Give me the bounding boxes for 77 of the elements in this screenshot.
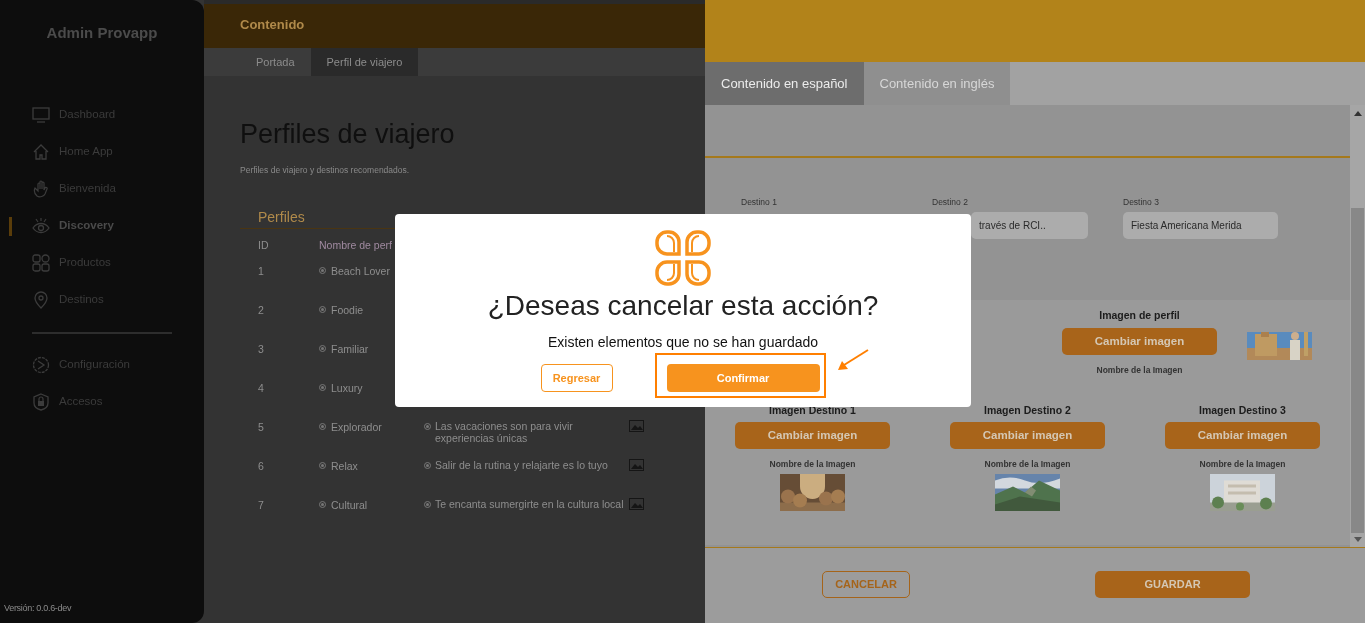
table-cell: 3 [258, 343, 264, 356]
table-cell: 1 [258, 265, 264, 278]
table-cell: Te encanta sumergirte en la cultura local [435, 498, 624, 511]
table-cell: 2 [258, 304, 264, 317]
field-label: Destino 3 [1123, 196, 1160, 209]
table-cell: Familiar [331, 342, 369, 358]
save-button[interactable]: GUARDAR [1095, 571, 1250, 598]
image-icon [629, 498, 644, 511]
scrollbar-thumb[interactable] [1351, 208, 1364, 533]
section-header: Contenido [204, 4, 705, 48]
tab[interactable]: Portada [240, 48, 311, 76]
bullet-icon [319, 345, 326, 353]
image-label: Imagen Destino 3 [1199, 402, 1286, 418]
image-label: Imagen Destino 2 [984, 402, 1071, 418]
table-cell: Beach Lover [331, 264, 390, 280]
table-cell: 6 [258, 460, 264, 473]
table-cell: Salir de la rutina y relajarte es lo tuyo [435, 459, 608, 472]
tab[interactable]: Contenido en español [705, 62, 864, 105]
shield-icon [32, 393, 50, 411]
bullet-icon [319, 462, 326, 470]
hand-icon [32, 180, 50, 198]
bullet-icon [424, 501, 431, 509]
image-name-label: Nombre de la Imagen [984, 458, 1071, 471]
change-image-button[interactable]: Cambiar imagen [1165, 422, 1320, 450]
image-name-label: Nombre de la Imagen [1199, 458, 1286, 471]
field-label: Destino 2 [932, 196, 969, 209]
input-field[interactable]: través de RCI.. [971, 211, 1088, 239]
table-cell: Foodie [331, 303, 364, 319]
change-image-button[interactable]: Cambiar imagen [950, 422, 1105, 450]
confirm-button[interactable]: Confirmar [666, 364, 820, 392]
bullet-icon [319, 306, 326, 314]
table-cell: Relax [331, 459, 358, 475]
table-cell: 7 [258, 499, 264, 512]
input-field[interactable]: Fiesta Americana Merida [1123, 211, 1278, 239]
table-cell-text: Las vacaciones son para vivir experiencias únicas [435, 420, 574, 445]
image-name-label: Nombre de la Imagen [1096, 363, 1183, 377]
field-label: Destino 1 [741, 196, 778, 209]
active-indicator [9, 216, 12, 236]
column-header: Nombre de perf [319, 238, 392, 254]
version-label: Versión: 0.0.6-dev [3, 601, 73, 615]
image-icon [629, 420, 644, 433]
bullet-icon [319, 423, 326, 431]
app-title: Admin Provapp [45, 23, 159, 43]
location-pin-icon [32, 291, 50, 309]
image-name-label: Nombre de la Imagen [769, 458, 856, 471]
tab[interactable]: Contenido en inglés [863, 62, 1011, 105]
annotation-arrow [836, 348, 870, 373]
eye-icon [32, 217, 50, 235]
table-cell: Luxury [331, 381, 363, 397]
bullet-icon [319, 501, 326, 509]
change-image-button[interactable]: Cambiar imagen [735, 422, 890, 450]
dialog-title: ¿Deseas cancelar esta acción? [487, 290, 879, 322]
settings-icon [32, 356, 50, 374]
bullet-icon [319, 384, 326, 392]
image-label: Imagen de perfil [1099, 308, 1180, 323]
tab[interactable]: Perfil de viajero [310, 48, 419, 76]
logo-icon [655, 230, 711, 286]
bullet-icon [319, 267, 326, 275]
page-subtitle: Perfiles de viajero y destinos recomendados. [240, 164, 411, 178]
grid-icon [32, 254, 50, 272]
table-cell: Cultural [331, 498, 368, 514]
table-cell: 4 [258, 382, 264, 395]
down-arrow-icon [1353, 537, 1362, 542]
image-icon [629, 459, 644, 472]
up-arrow-icon [1353, 111, 1362, 116]
bullet-icon [424, 423, 431, 431]
column-header: ID [258, 239, 269, 252]
bullet-icon [424, 462, 431, 470]
back-button[interactable]: Regresar [540, 364, 613, 392]
change-image-button[interactable]: Cambiar imagen [1062, 327, 1217, 355]
table-cell: Explorador [331, 420, 382, 436]
cancel-button[interactable]: CANCELAR [822, 571, 910, 598]
monitor-icon [32, 106, 50, 124]
sidebar-item[interactable]: Discovery [0, 207, 204, 245]
dialog-message: Existen elementos que no se han guardado [547, 333, 819, 352]
table-cell: 5 [258, 421, 264, 434]
home-icon [32, 143, 50, 161]
